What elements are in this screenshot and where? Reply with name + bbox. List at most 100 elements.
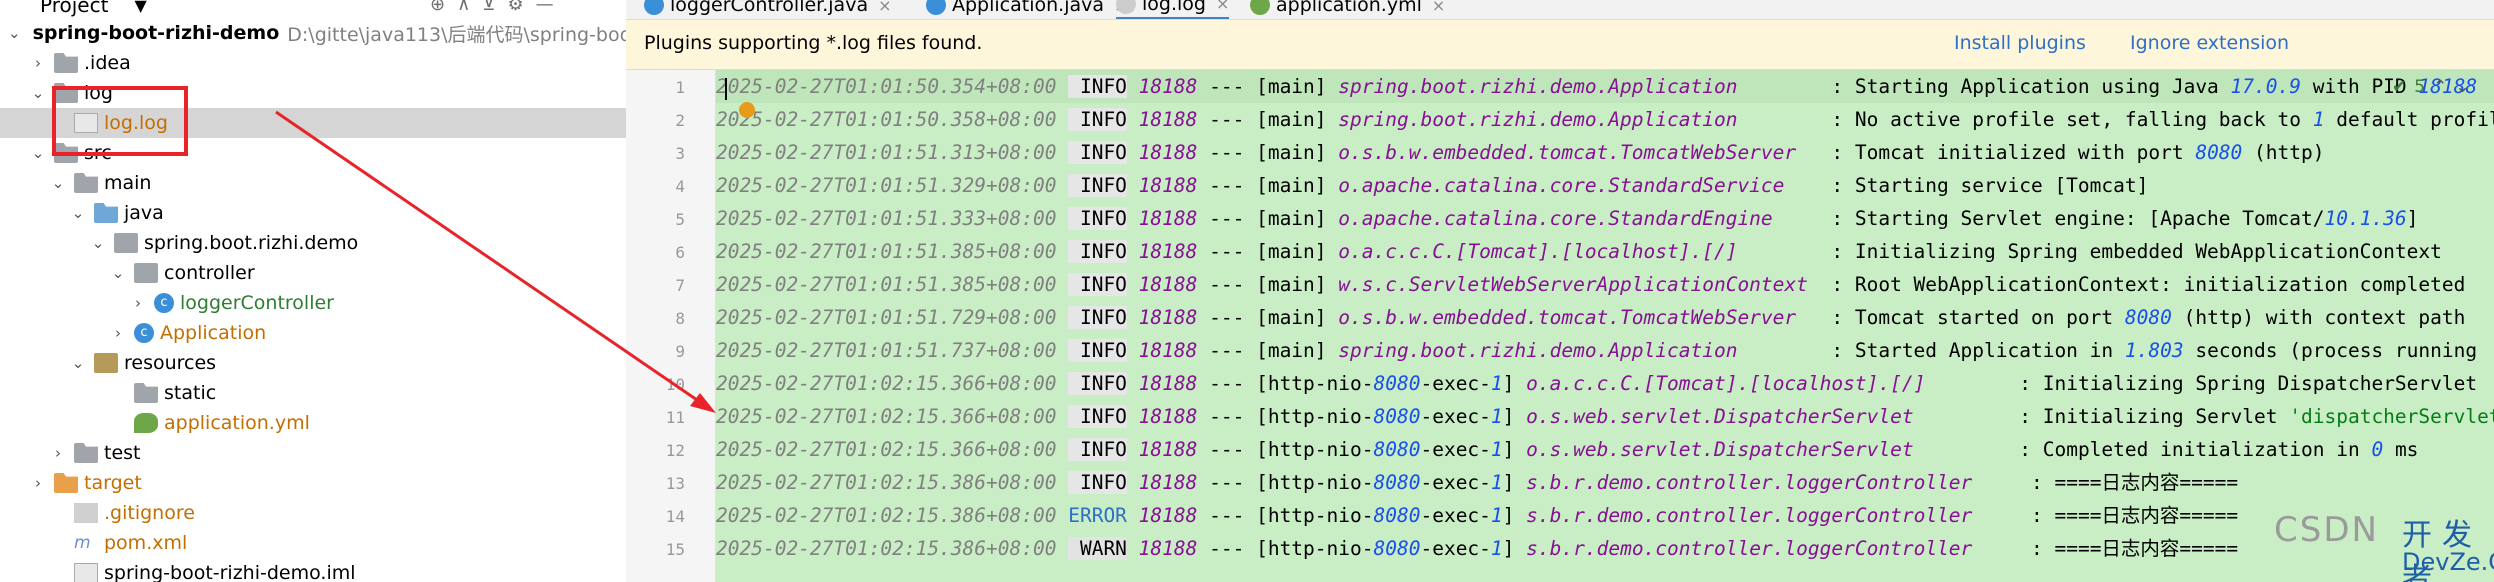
watermark: CSDN 开发者 DevZe.CoM xyxy=(2274,510,2494,582)
tree-expand-icon[interactable]: › xyxy=(48,444,68,462)
package-icon xyxy=(114,233,138,253)
tab-label: Application.java xyxy=(952,0,1105,16)
tab-close-icon[interactable]: × xyxy=(878,0,891,15)
log-pid: 18188 xyxy=(1138,240,1198,263)
class-c-icon: c xyxy=(154,293,174,313)
tree-item-gitignore[interactable]: .gitignore xyxy=(0,498,626,528)
tree-item-static[interactable]: static xyxy=(0,378,626,408)
tree-item-iml[interactable]: spring-boot-rizhi-demo.iml xyxy=(0,558,626,582)
log-pid: 18188 xyxy=(1138,372,1198,395)
file-type-icon xyxy=(644,0,664,15)
tab-loggercontroller[interactable]: loggerController.java × xyxy=(644,0,892,19)
tree-item-label: spring-boot-rizhi-demo xyxy=(32,22,280,44)
tree-item-path: D:\gitte\java113\后端代码\spring-boot-rizhi-… xyxy=(287,23,626,46)
tree-item-pom[interactable]: m pom.xml xyxy=(0,528,626,558)
folder-icon xyxy=(54,53,78,73)
tree-expand-icon[interactable]: ⌄ xyxy=(28,144,48,162)
file-type-icon xyxy=(926,0,946,15)
project-dropdown-icon[interactable]: ▼ xyxy=(134,0,146,15)
log-thread: main xyxy=(1267,141,1315,164)
log-thread: main xyxy=(1267,306,1315,329)
line-number: 4 xyxy=(675,177,685,196)
tree-item-application-class[interactable]: › c Application xyxy=(0,318,626,348)
tree-expand-icon[interactable]: ⌄ xyxy=(28,84,48,102)
log-thread: main xyxy=(1267,174,1315,197)
banner-message: Plugins supporting *.log files found. xyxy=(644,32,983,54)
tree-item-label: target xyxy=(84,472,142,494)
log-message: Starting Application using Java 17.0.9 w… xyxy=(1854,75,2478,98)
tree-expand-icon[interactable]: ⌄ xyxy=(8,24,21,42)
tree-item-label: java xyxy=(124,202,164,224)
tree-item-resources[interactable]: ⌄ resources xyxy=(0,348,626,378)
tree-expand-icon[interactable]: › xyxy=(28,54,48,72)
log-pid: 18188 xyxy=(1138,141,1198,164)
tree-item-label: .gitignore xyxy=(104,502,195,524)
tree-item-idea[interactable]: › .idea xyxy=(0,48,626,78)
tree-expand-icon[interactable]: › xyxy=(128,294,148,312)
tab-close-icon[interactable]: × xyxy=(1216,0,1229,13)
log-logger: o.apache.catalina.core.StandardEngine xyxy=(1338,207,1773,230)
folder-icon xyxy=(74,443,98,463)
tree-item-target[interactable]: › target xyxy=(0,468,626,498)
tree-item-loggercontroller[interactable]: › c loggerController xyxy=(0,288,626,318)
log-message: Tomcat started on port 8080 (http) with … xyxy=(1854,306,2466,329)
project-toolbar-icon[interactable]: ⊕ xyxy=(430,0,445,15)
log-pid: 18188 xyxy=(1138,438,1198,461)
log-thread: main xyxy=(1267,273,1315,296)
tree-item-package[interactable]: ⌄ spring.boot.rizhi.demo xyxy=(0,228,626,258)
tree-root-project[interactable]: ⌄ spring-boot-rizhi-demo D:\gitte\java113\… xyxy=(0,18,626,48)
tree-expand-icon[interactable]: ⌄ xyxy=(68,354,88,372)
tree-expand-icon[interactable]: › xyxy=(28,474,48,492)
folder-icon xyxy=(134,383,158,403)
tree-item-application-yml[interactable]: application.yml xyxy=(0,408,626,438)
watermark-csdn: CSDN xyxy=(2274,510,2379,550)
line-number: 3 xyxy=(675,144,685,163)
tab-log-log[interactable]: log.log × xyxy=(1116,0,1230,19)
line-number: 10 xyxy=(665,375,685,394)
editor-tabs: loggerController.java×Application.java×l… xyxy=(626,0,2494,20)
previous-highlight-icon[interactable]: ⌃ xyxy=(2433,77,2447,97)
watermark-site: DevZe.CoM xyxy=(2402,548,2494,576)
tree-item-main[interactable]: ⌄ main xyxy=(0,168,626,198)
next-highlight-icon[interactable]: ⌄ xyxy=(2455,77,2469,97)
log-timestamp: 2025-02-27T01:01:50.358+08:00 xyxy=(716,108,1057,131)
project-toolbar-icon[interactable]: — xyxy=(536,0,554,15)
intention-bulb-icon[interactable] xyxy=(739,102,755,118)
project-toolbar-icon[interactable]: ⚙ xyxy=(507,0,523,15)
file-type-icon xyxy=(1250,0,1270,15)
log-level: INFO xyxy=(1068,471,1127,494)
tab-application-yml[interactable]: application.yml × xyxy=(1250,0,1445,19)
log-line: 2025-02-27T01:01:50.354+08:00 INFO 18188… xyxy=(716,70,2494,103)
log-message: ====日志内容===== xyxy=(2054,537,2239,560)
inspection-widget[interactable]: ✔ 5 ⌃ ⌄ xyxy=(2392,74,2470,100)
tree-expand-icon[interactable]: ⌄ xyxy=(108,264,128,282)
project-toolbar-icon[interactable]: ⊻ xyxy=(482,0,495,15)
tree-item-label: spring-boot-rizhi-demo.iml xyxy=(104,562,356,582)
tree-item-label: .idea xyxy=(84,52,131,74)
tree-item-label: spring.boot.rizhi.demo xyxy=(144,232,359,254)
log-editor[interactable]: 2025-02-27T01:01:50.354+08:00 INFO 18188… xyxy=(716,70,2494,582)
log-pid: 18188 xyxy=(1138,471,1198,494)
tree-expand-icon[interactable]: ⌄ xyxy=(48,174,68,192)
log-timestamp: 2025-02-27T01:02:15.386+08:00 xyxy=(716,471,1057,494)
tree-expand-icon[interactable]: ⌄ xyxy=(68,204,88,222)
project-toolbar-icon[interactable]: ⊼ xyxy=(457,0,470,15)
log-line: 2025-02-27T01:01:51.313+08:00 INFO 18188… xyxy=(716,141,2325,164)
tree-expand-icon[interactable]: ⌄ xyxy=(88,234,108,252)
tree-item-controller[interactable]: ⌄ controller xyxy=(0,258,626,288)
tree-expand-icon[interactable]: › xyxy=(108,324,128,342)
tab-application-java[interactable]: Application.java× xyxy=(926,0,1127,19)
tab-label: log.log xyxy=(1142,0,1206,15)
log-message: No active profile set, falling back to 1… xyxy=(1854,108,2494,131)
log-line: 2025-02-27T01:01:51.737+08:00 INFO 18188… xyxy=(716,339,2478,362)
log-level: INFO xyxy=(1068,306,1127,329)
install-plugins-link[interactable]: Install plugins xyxy=(1954,32,2086,54)
project-panel-title[interactable]: Project xyxy=(40,0,108,17)
tree-item-java[interactable]: ⌄ java xyxy=(0,198,626,228)
tree-item-test[interactable]: › test xyxy=(0,438,626,468)
tab-close-icon[interactable]: × xyxy=(1432,0,1445,15)
log-thread: http-nio-8080-exec-1 xyxy=(1267,537,1503,560)
log-level: INFO xyxy=(1068,372,1127,395)
log-timestamp: 2025-02-27T01:01:51.313+08:00 xyxy=(716,141,1057,164)
ignore-extension-link[interactable]: Ignore extension xyxy=(2130,32,2289,54)
